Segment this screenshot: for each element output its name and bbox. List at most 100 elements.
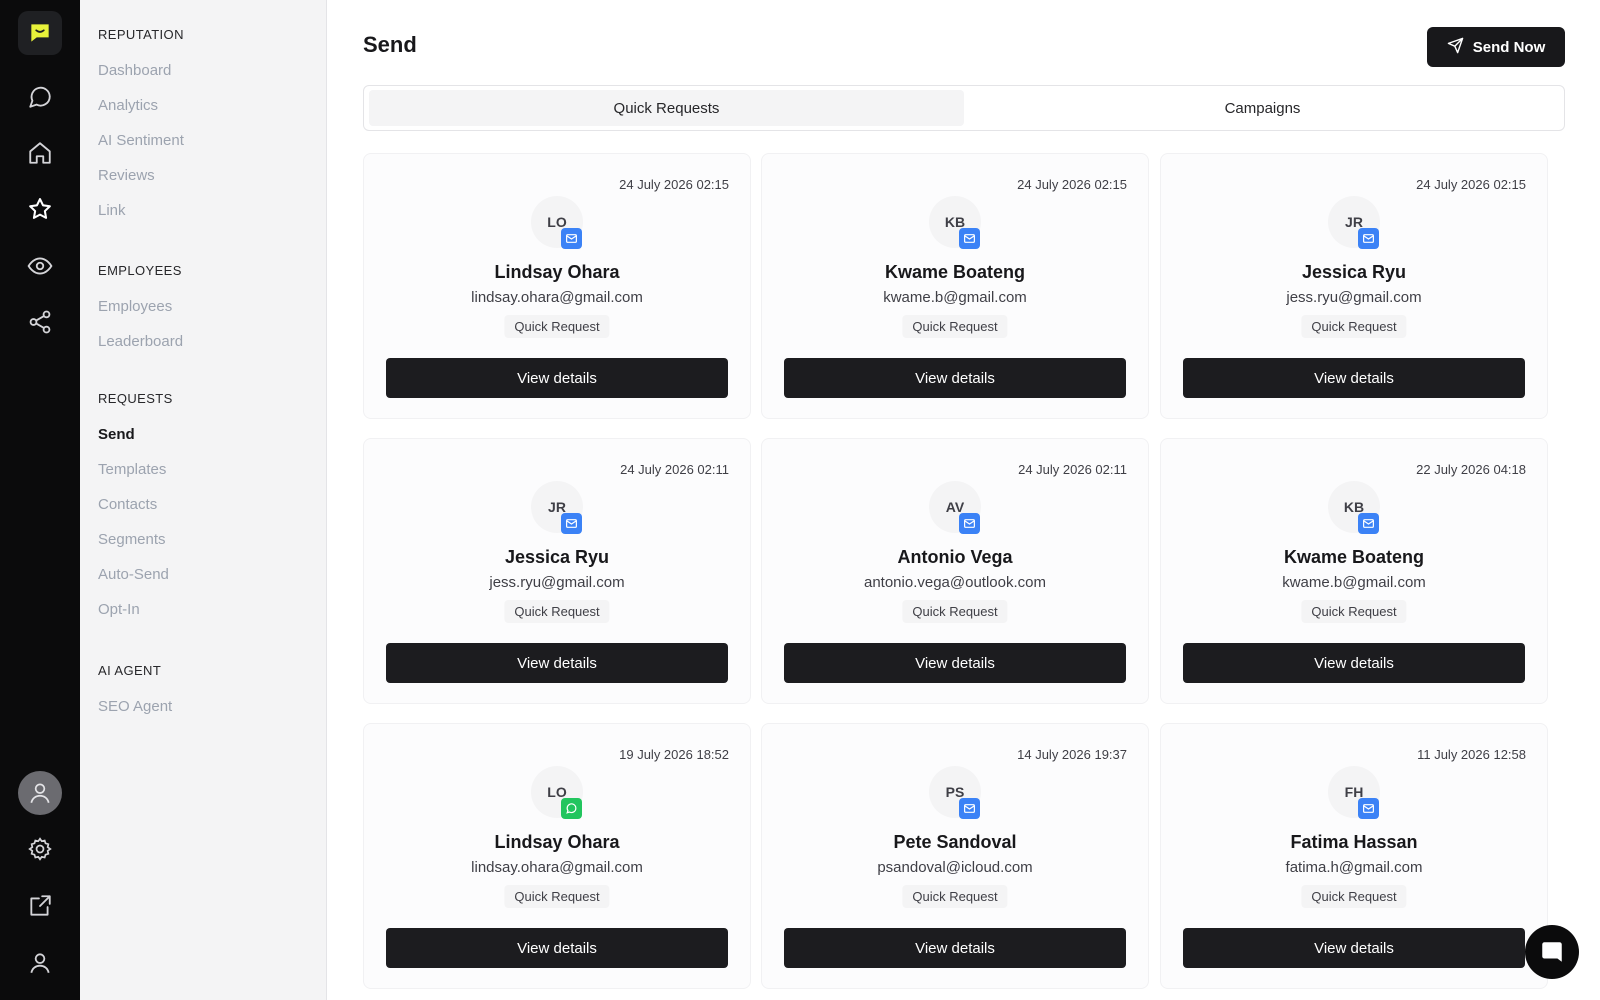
contact-name: Antonio Vega (897, 547, 1013, 567)
sidebar-item-auto-send[interactable]: Auto-Send (98, 566, 169, 583)
settings-icon[interactable] (20, 829, 60, 869)
view-details-button[interactable]: View details (784, 928, 1126, 968)
request-type-badge: Quick Request (504, 315, 610, 338)
request-card: 11 July 2026 12:58 FH Fatima Hassan fati… (1160, 723, 1548, 989)
card-date: 14 July 2026 19:37 (1017, 747, 1127, 762)
sidebar-item-send[interactable]: Send (98, 426, 135, 443)
tab-campaigns[interactable]: Campaigns (965, 90, 1560, 126)
card-date: 24 July 2026 02:11 (1018, 462, 1127, 477)
main-content: Send Send Now Quick Requests Campaigns 2… (327, 0, 1600, 1000)
sidebar-item-opt-in[interactable]: Opt-In (98, 601, 140, 618)
request-card: 24 July 2026 02:11 JR Jessica Ryu jess.r… (363, 438, 751, 704)
email-channel-icon (561, 513, 582, 534)
contact-name: Kwame Boateng (1283, 547, 1425, 567)
request-type-badge: Quick Request (902, 600, 1008, 623)
external-link-icon[interactable] (20, 886, 60, 926)
request-card: 24 July 2026 02:15 LO Lindsay Ohara lind… (363, 153, 751, 419)
view-details-button[interactable]: View details (386, 358, 728, 398)
view-details-button[interactable]: View details (1183, 928, 1525, 968)
request-type-badge: Quick Request (1301, 885, 1407, 908)
send-now-button[interactable]: Send Now (1427, 27, 1565, 67)
card-date: 24 July 2026 02:11 (620, 462, 729, 477)
card-date: 22 July 2026 04:18 (1416, 462, 1526, 477)
eye-icon[interactable] (20, 246, 60, 286)
request-card: 19 July 2026 18:52 LO Lindsay Ohara lind… (363, 723, 751, 989)
email-channel-icon (1358, 798, 1379, 819)
tab-quick-requests[interactable]: Quick Requests (369, 90, 964, 126)
card-date: 24 July 2026 02:15 (1416, 177, 1526, 192)
view-details-button[interactable]: View details (1183, 358, 1525, 398)
contact-email: jess.ryu@gmail.com (489, 574, 625, 591)
section-title-reputation: REPUTATION (98, 27, 184, 42)
view-details-button[interactable]: View details (386, 643, 728, 683)
request-type-badge: Quick Request (902, 885, 1008, 908)
sidebar: REPUTATION Dashboard Analytics AI Sentim… (80, 0, 327, 1000)
email-channel-icon (959, 798, 980, 819)
request-type-badge: Quick Request (902, 315, 1008, 338)
page-title: Send (363, 32, 417, 57)
contact-email: kwame.b@gmail.com (1282, 574, 1426, 591)
contact-name: Kwame Boateng (884, 262, 1026, 282)
section-title-requests: REQUESTS (98, 391, 173, 406)
request-card: 24 July 2026 02:11 AV Antonio Vega anton… (761, 438, 1149, 704)
view-details-button[interactable]: View details (386, 928, 728, 968)
sidebar-item-templates[interactable]: Templates (98, 461, 166, 478)
sidebar-item-dashboard[interactable]: Dashboard (98, 62, 171, 79)
sidebar-item-leaderboard[interactable]: Leaderboard (98, 333, 183, 350)
email-channel-icon (959, 513, 980, 534)
contact-email: antonio.vega@outlook.com (863, 574, 1046, 591)
sidebar-item-link[interactable]: Link (98, 202, 126, 219)
send-now-label: Send Now (1472, 38, 1546, 56)
request-type-badge: Quick Request (504, 885, 610, 908)
send-icon (1447, 37, 1464, 58)
contact-name: Jessica Ryu (504, 547, 610, 567)
sidebar-item-contacts[interactable]: Contacts (98, 496, 157, 513)
star-icon[interactable] (20, 189, 60, 229)
contact-email: psandoval@icloud.com (877, 859, 1033, 876)
sidebar-item-reviews[interactable]: Reviews (98, 167, 155, 184)
contact-name: Lindsay Ohara (494, 832, 620, 852)
request-card: 22 July 2026 04:18 KB Kwame Boateng kwam… (1160, 438, 1548, 704)
logo-chat-icon[interactable] (18, 11, 62, 55)
card-date: 11 July 2026 12:58 (1417, 747, 1526, 762)
view-details-button[interactable]: View details (1183, 643, 1525, 683)
request-type-badge: Quick Request (1301, 600, 1407, 623)
request-card: 14 July 2026 19:37 PS Pete Sandoval psan… (761, 723, 1149, 989)
request-type-badge: Quick Request (504, 600, 610, 623)
contact-name: Fatima Hassan (1290, 832, 1418, 852)
sidebar-item-ai-sentiment[interactable]: AI Sentiment (98, 132, 184, 149)
home-icon[interactable] (20, 133, 60, 173)
email-channel-icon (959, 228, 980, 249)
contact-email: fatima.h@gmail.com (1285, 859, 1423, 876)
email-channel-icon (1358, 513, 1379, 534)
contact-name: Lindsay Ohara (494, 262, 620, 282)
view-details-button[interactable]: View details (784, 643, 1126, 683)
request-type-badge: Quick Request (1301, 315, 1407, 338)
request-card: 24 July 2026 02:15 KB Kwame Boateng kwam… (761, 153, 1149, 419)
email-channel-icon (561, 228, 582, 249)
email-channel-icon (1358, 228, 1379, 249)
card-date: 24 July 2026 02:15 (1017, 177, 1127, 192)
avatar-icon[interactable] (18, 771, 62, 815)
icon-rail (0, 0, 80, 1000)
view-details-button[interactable]: View details (784, 358, 1126, 398)
contact-email: lindsay.ohara@gmail.com (471, 289, 643, 306)
contact-name: Pete Sandoval (893, 832, 1017, 852)
tab-bar: Quick Requests Campaigns (363, 85, 1565, 131)
support-chat-icon[interactable] (1525, 925, 1579, 979)
contact-email: jess.ryu@gmail.com (1286, 289, 1422, 306)
section-title-ai-agent: AI AGENT (98, 663, 162, 678)
messages-icon[interactable] (20, 77, 60, 117)
sidebar-item-segments[interactable]: Segments (98, 531, 166, 548)
section-title-employees: EMPLOYEES (98, 263, 182, 278)
contact-email: lindsay.ohara@gmail.com (471, 859, 643, 876)
whatsapp-channel-icon (561, 798, 582, 819)
share-icon[interactable] (20, 302, 60, 342)
user-icon[interactable] (20, 943, 60, 983)
card-date: 24 July 2026 02:15 (619, 177, 729, 192)
sidebar-item-employees[interactable]: Employees (98, 298, 172, 315)
sidebar-item-seo-agent[interactable]: SEO Agent (98, 698, 172, 715)
sidebar-item-analytics[interactable]: Analytics (98, 97, 158, 114)
contact-email: kwame.b@gmail.com (883, 289, 1027, 306)
contact-name: Jessica Ryu (1301, 262, 1407, 282)
